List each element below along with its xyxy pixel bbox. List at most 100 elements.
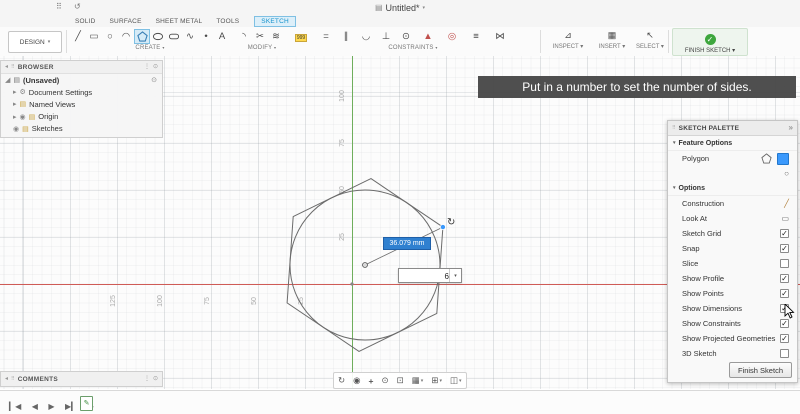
polygon-center-point[interactable]	[363, 263, 368, 268]
skip-to-start-icon[interactable]: ▎◀	[6, 400, 24, 414]
options-section[interactable]: ▾ Options	[668, 181, 797, 196]
construction-line-icon[interactable]: ╱	[784, 200, 789, 208]
finish-sketch-button[interactable]: ✓ FINISH SKETCH ▾	[672, 28, 748, 56]
browser-row-named-views[interactable]: ▸ ▤ Named Views	[1, 98, 162, 110]
create-group-label[interactable]: CREATE ▾	[70, 45, 230, 54]
trim-tool-icon[interactable]: ✂	[252, 29, 268, 44]
more-options-icon[interactable]: ⋮	[144, 376, 150, 382]
fillet-tool-icon[interactable]: ◝	[236, 29, 252, 44]
parallel-constraint-icon[interactable]: ∥	[338, 29, 354, 44]
grid-and-snaps-icon[interactable]: ⊞▾	[427, 375, 446, 386]
expander-icon[interactable]: ▸	[13, 113, 17, 121]
slice-checkbox[interactable]	[780, 259, 789, 268]
feature-options-section[interactable]: ▾ Feature Options	[668, 136, 797, 151]
rectangle-tool-icon[interactable]: ▭	[86, 29, 102, 44]
symmetry-constraint-icon[interactable]: ⋈	[492, 29, 508, 44]
grip-dots-icon[interactable]: ⠿	[672, 126, 676, 131]
eye-icon[interactable]: ◉	[20, 113, 26, 121]
expand-right-icon[interactable]: »	[789, 124, 793, 132]
polygon-vertex-grip[interactable]	[440, 225, 445, 230]
show-profile-checkbox[interactable]: ✓	[780, 274, 789, 283]
inspect-group[interactable]: ⊿ INSPECT ▾	[548, 29, 588, 52]
collapse-panel-icon[interactable]: ◂	[5, 64, 8, 70]
polygon-tool-icon[interactable]	[134, 29, 150, 44]
fit-icon[interactable]: ⊡	[393, 375, 408, 386]
chevron-down-icon[interactable]: ▾	[423, 6, 426, 11]
tangent-constraint-icon[interactable]: ◡	[358, 29, 374, 44]
midpoint-constraint-icon[interactable]: ▲	[420, 29, 436, 44]
expander-open-icon[interactable]: ◢	[5, 76, 10, 84]
horizontal-vertical-constraint-icon[interactable]: ⊥	[378, 29, 394, 44]
panel-settings-icon[interactable]: ⊙	[153, 376, 158, 382]
tab-solid[interactable]: SOLID	[68, 16, 103, 27]
modify-group-label[interactable]: MODIFY ▾	[232, 45, 292, 54]
text-tool-icon[interactable]: A	[214, 29, 230, 44]
polygon-inscribed-circle[interactable]	[290, 190, 440, 340]
pentagon-icon[interactable]	[761, 153, 772, 164]
skip-to-end-icon[interactable]: ▶▎	[62, 400, 80, 414]
sketch-grid-checkbox[interactable]: ✓	[780, 229, 789, 238]
document-tab[interactable]: ▤ Untitled* ▾	[0, 0, 800, 16]
browser-row-sketches[interactable]: ◉ ▤ Sketches	[1, 123, 162, 137]
play-icon[interactable]: ▶	[45, 400, 57, 414]
snap-checkbox[interactable]: ✓	[780, 244, 789, 253]
viewports-icon[interactable]: ◫▾	[446, 375, 466, 386]
sketch-palette-header[interactable]: ⠿ SKETCH PALETTE »	[668, 121, 797, 136]
panel-settings-icon[interactable]: ⊙	[153, 64, 158, 70]
polygon-color-swatch[interactable]	[777, 153, 789, 165]
grip-dots-icon[interactable]: ⠿	[11, 377, 15, 382]
polygon-preview[interactable]	[287, 179, 443, 352]
option-row-3d-sketch[interactable]: 3D Sketch	[668, 346, 797, 361]
tab-tools[interactable]: TOOLS	[209, 16, 246, 27]
option-row-slice[interactable]: Slice	[668, 256, 797, 271]
dimension-value-field[interactable]: 36.079 mm	[383, 237, 431, 250]
tab-sheet-metal[interactable]: SHEET METAL	[149, 16, 210, 27]
coincident-constraint-icon[interactable]: ⊙	[398, 29, 414, 44]
orbit-icon[interactable]: ↻	[334, 375, 349, 386]
option-row-look-at[interactable]: Look At ▭	[668, 211, 797, 226]
browser-row-document-settings[interactable]: ▸ ⚙ Document Settings	[1, 86, 162, 98]
option-row-show-dimensions[interactable]: Show Dimensions ✓	[668, 301, 797, 316]
equal-constraint-icon[interactable]: =	[318, 29, 334, 44]
collapse-panel-icon[interactable]: ◂	[5, 376, 8, 382]
design-workspace-button[interactable]: DESIGN ▾	[8, 31, 62, 53]
select-group[interactable]: ↖ SELECT ▾	[630, 29, 670, 52]
timeline-sketch-marker[interactable]: ✎	[80, 396, 93, 411]
finish-sketch-palette-button[interactable]: Finish Sketch	[729, 362, 792, 378]
expander-icon[interactable]: ▸	[13, 100, 17, 108]
grip-dots-icon[interactable]: ⠿	[11, 65, 15, 70]
circle-tool-icon[interactable]: ○	[102, 29, 118, 44]
concentric-constraint-icon[interactable]: ◎	[444, 29, 460, 44]
show-projected-geometries-checkbox[interactable]: ✓	[780, 334, 789, 343]
tab-sketch[interactable]: SKETCH	[254, 16, 296, 27]
option-row-snap[interactable]: Snap ✓	[668, 241, 797, 256]
collinear-constraint-icon[interactable]: ≡	[468, 29, 484, 44]
look-at-icon[interactable]: ▭	[781, 215, 789, 223]
option-row-show-constraints[interactable]: Show Constraints ✓	[668, 316, 797, 331]
rotate-handle-icon[interactable]: ↻	[447, 218, 455, 228]
constraints-group-label[interactable]: CONSTRAINTS ▾	[318, 45, 508, 54]
arc-tool-icon[interactable]: ◠	[118, 29, 134, 44]
sides-spinner-caret-icon[interactable]: ▾	[449, 269, 461, 282]
3d-sketch-checkbox[interactable]	[780, 349, 789, 358]
visibility-icon[interactable]: ⊙	[151, 76, 157, 84]
browser-row-document[interactable]: ◢ ▤ (Unsaved) ⊙	[1, 74, 162, 86]
option-row-sketch-grid[interactable]: Sketch Grid ✓	[668, 226, 797, 241]
insert-group[interactable]: ▦ INSERT ▾	[592, 29, 632, 52]
show-points-checkbox[interactable]: ✓	[780, 289, 789, 298]
expander-icon[interactable]: ▸	[13, 88, 17, 96]
eye-icon[interactable]: ◉	[13, 125, 19, 133]
option-row-construction[interactable]: Construction ╱	[668, 196, 797, 211]
option-row-show-profile[interactable]: Show Profile ✓	[668, 271, 797, 286]
line-tool-icon[interactable]: ╱	[70, 29, 86, 44]
browser-row-origin[interactable]: ▸ ◉ ▤ Origin	[1, 111, 162, 123]
option-row-show-points[interactable]: Show Points ✓	[668, 286, 797, 301]
tab-surface[interactable]: SURFACE	[103, 16, 149, 27]
polygon-sides-input[interactable]: ▾	[398, 268, 462, 283]
more-options-icon[interactable]: ⋮	[144, 64, 150, 70]
look-at-icon[interactable]: ◉	[349, 375, 364, 386]
pan-icon[interactable]: +	[365, 376, 378, 386]
option-row-show-projected-geometries[interactable]: Show Projected Geometries ✓	[668, 331, 797, 346]
step-back-icon[interactable]: ◀	[29, 400, 41, 414]
sides-value-field[interactable]	[399, 269, 451, 284]
